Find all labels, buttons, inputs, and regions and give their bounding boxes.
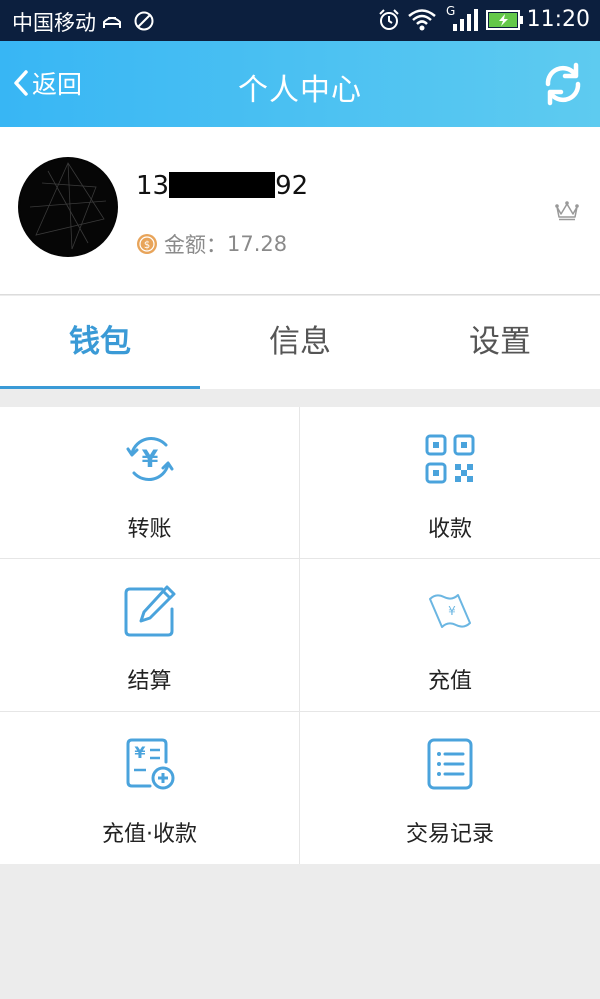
svg-text:¥: ¥ <box>448 604 456 618</box>
recharge-receive-label: 充值·收款 <box>102 822 197 847</box>
phone-suffix: 92 <box>275 171 309 201</box>
status-bar: 中国移动 G 11:20 <box>0 0 600 41</box>
transfer-button[interactable]: ¥ 转账 <box>0 407 300 558</box>
coin-icon: $ <box>137 234 157 254</box>
phone-prefix: 13 <box>136 171 170 201</box>
tab-messages[interactable]: 信息 <box>200 296 400 389</box>
tab-wallet[interactable]: 钱包 <box>0 296 200 389</box>
transaction-history-button[interactable]: 交易记录 <box>300 712 600 864</box>
alarm-icon <box>379 9 399 30</box>
settlement-button[interactable]: 结算 <box>0 559 300 711</box>
page-title: 个人中心 <box>238 73 362 108</box>
status-time: 11:20 <box>526 7 590 32</box>
transaction-history-label: 交易记录 <box>405 822 494 847</box>
svg-text:$: $ <box>144 240 150 251</box>
recharge-label: 充值 <box>427 669 472 694</box>
transfer-icon: ¥ <box>126 437 173 481</box>
battery-icon <box>486 10 523 30</box>
balance-row: $ 金额： 17.28 <box>136 229 287 259</box>
transfer-label: 转账 <box>127 517 172 542</box>
settlement-label: 结算 <box>127 669 172 694</box>
redaction-mask <box>169 172 276 198</box>
balance-value: 17.28 <box>227 232 288 256</box>
avatar-image <box>20 159 116 255</box>
svg-text:¥: ¥ <box>134 743 145 762</box>
recharge-button[interactable]: ¥ 充值 <box>300 559 600 711</box>
crown-icon[interactable] <box>554 199 580 221</box>
refresh-icon[interactable] <box>540 61 586 107</box>
wifi-icon <box>408 9 436 31</box>
receive-button[interactable]: 收款 <box>300 407 600 558</box>
tab-settings[interactable]: 设置 <box>400 296 600 389</box>
balance-label: 金额： <box>164 233 227 257</box>
receive-label: 收款 <box>427 517 472 542</box>
tab-bar: 钱包 信息 设置 <box>0 296 600 389</box>
avatar[interactable] <box>18 157 118 257</box>
signal-icon <box>453 9 478 31</box>
carrier-name: 中国移动 <box>12 11 96 35</box>
usb-icon <box>103 17 121 28</box>
wallet-grid: ¥ 转账 收款 结算 ¥ 充值 ¥ 充值·收款 交易记录 <box>0 407 600 864</box>
recharge-receive-button[interactable]: ¥ 充值·收款 <box>0 712 300 864</box>
phone-number: 13 92 <box>136 171 308 201</box>
list-icon <box>427 738 473 790</box>
qr-code-icon <box>425 434 475 484</box>
profile-card: 13 92 $ 金额： 17.28 <box>0 127 600 295</box>
no-disturb-icon <box>134 11 154 31</box>
recharge-receive-icon: ¥ <box>126 738 174 790</box>
svg-text:¥: ¥ <box>141 445 158 473</box>
edit-icon <box>124 585 175 637</box>
recharge-icon: ¥ <box>429 594 471 628</box>
nav-bar: 返回 个人中心 <box>0 41 600 127</box>
